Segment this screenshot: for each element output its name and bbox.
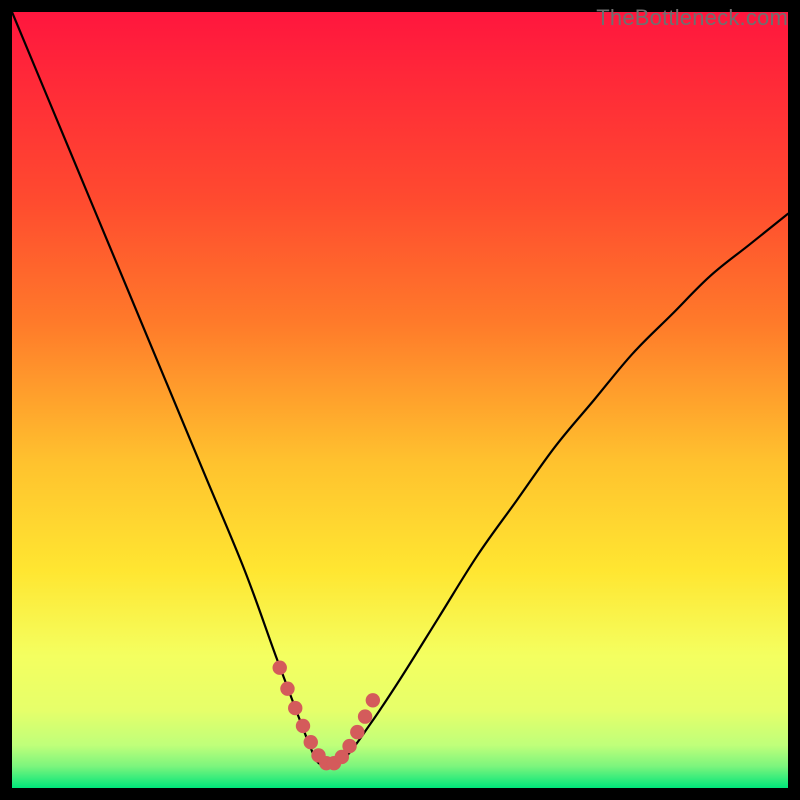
highlight-dot: [350, 725, 364, 739]
gradient-background: [12, 12, 788, 788]
chart-frame: TheBottleneck.com: [0, 0, 800, 800]
highlight-dot: [273, 661, 287, 675]
chart-svg: [12, 12, 788, 788]
highlight-dot: [304, 735, 318, 749]
watermark-text: TheBottleneck.com: [596, 5, 788, 31]
highlight-dot: [358, 709, 372, 723]
highlight-dot: [288, 701, 302, 715]
highlight-dot: [280, 681, 294, 695]
highlight-dot: [342, 739, 356, 753]
highlight-dot: [366, 693, 380, 707]
highlight-dot: [296, 719, 310, 733]
chart-plot-area: [12, 12, 788, 788]
